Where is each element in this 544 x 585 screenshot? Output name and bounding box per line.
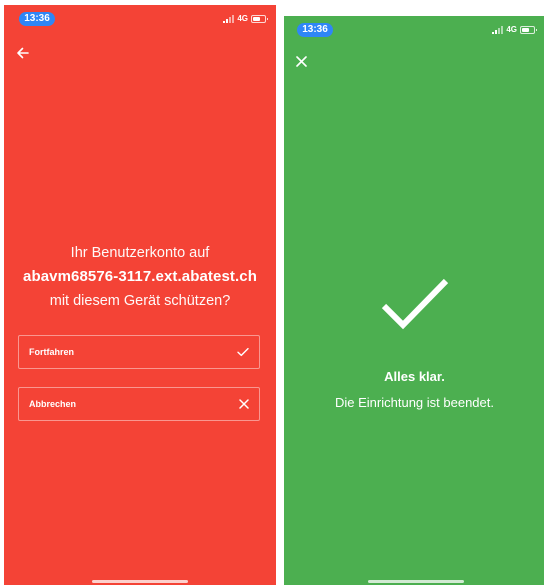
home-indicator[interactable] — [368, 580, 464, 583]
home-indicator[interactable] — [92, 580, 188, 583]
status-time: 13:36 — [297, 23, 333, 37]
success-title: Alles klar. — [384, 369, 445, 384]
protect-account-prompt: Ihr Benutzerkonto auf abavm68576-3117.ex… — [4, 241, 276, 313]
status-bar: 13:36 4G — [284, 16, 544, 42]
large-checkmark-icon — [381, 278, 449, 330]
close-icon — [239, 399, 249, 409]
continue-label: Fortfahren — [29, 347, 74, 357]
network-type: 4G — [237, 14, 248, 23]
checkmark-icon — [237, 347, 249, 357]
status-time: 13:36 — [19, 12, 55, 26]
cancel-button[interactable]: Abbrechen — [18, 387, 260, 421]
cancel-label: Abbrechen — [29, 399, 77, 409]
setup-complete-screen: 13:36 4G Alles klar. Die Einrichtung ist… — [284, 16, 544, 585]
status-indicators: 4G — [492, 25, 537, 35]
auth-confirm-screen: 13:36 4G Ihr Benutzerkonto auf abavm6857… — [4, 5, 276, 585]
arrow-left-icon — [17, 47, 29, 59]
battery-icon — [520, 26, 537, 34]
success-subtitle: Die Einrichtung ist beendet. — [335, 395, 494, 410]
signal-icon — [223, 15, 235, 23]
battery-icon — [251, 15, 268, 23]
close-button[interactable] — [290, 50, 312, 72]
status-bar: 13:36 4G — [4, 5, 276, 31]
continue-button[interactable]: Fortfahren — [18, 335, 260, 369]
status-indicators: 4G — [223, 14, 268, 24]
back-button[interactable] — [12, 42, 34, 64]
account-domain: abavm68576-3117.ext.abatest.ch — [23, 268, 257, 285]
close-icon — [295, 55, 307, 67]
signal-icon — [492, 26, 504, 34]
network-type: 4G — [506, 25, 517, 34]
prompt-line-3: mit diesem Gerät schützen? — [49, 293, 231, 309]
prompt-line-1: Ihr Benutzerkonto auf — [70, 245, 210, 261]
